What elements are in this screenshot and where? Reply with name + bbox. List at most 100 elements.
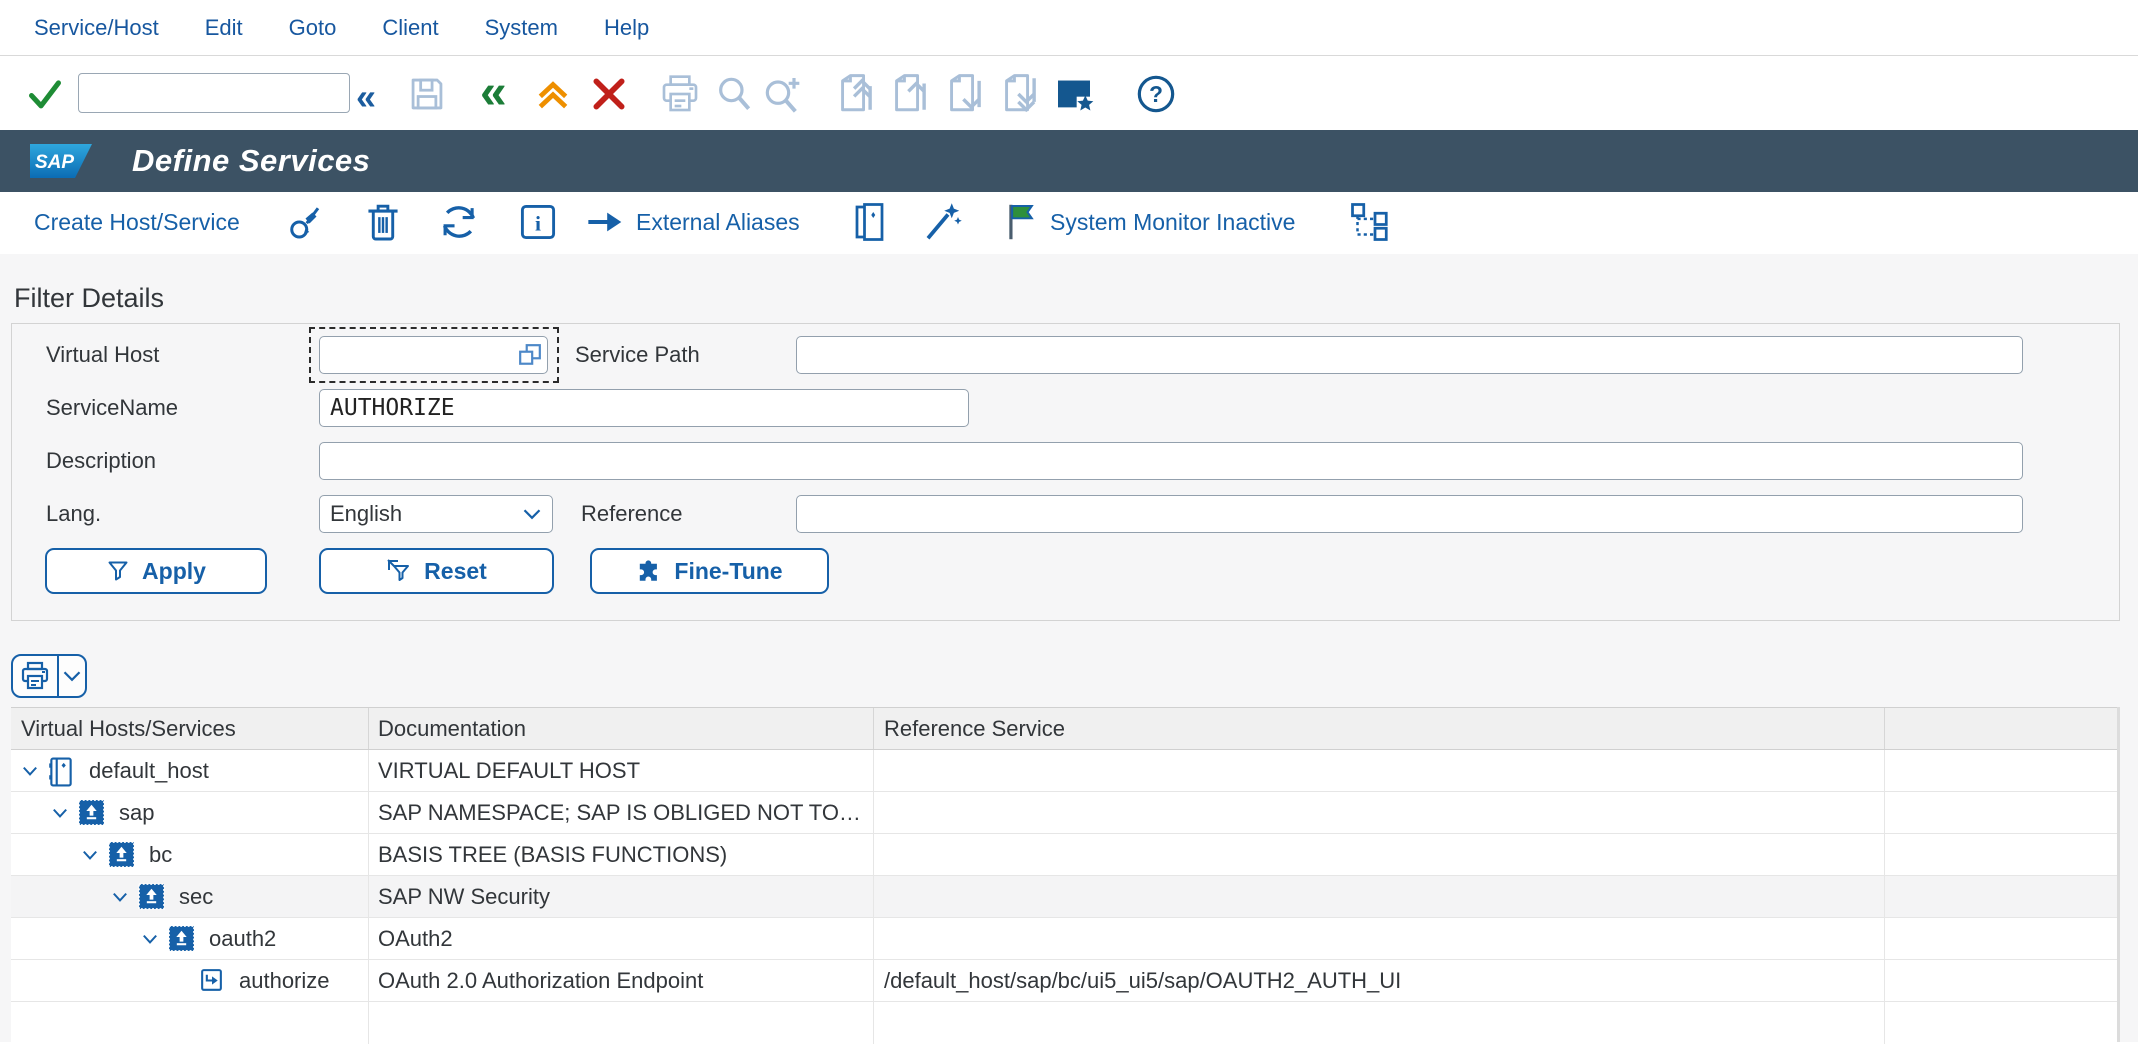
reference-service-cell — [873, 1002, 1884, 1044]
table-row-sec[interactable]: sec SAP NW Security — [11, 876, 2117, 918]
documentation-cell: SAP NAMESPACE; SAP IS OBLIGED NOT TO… — [368, 792, 873, 833]
chevron-down-icon — [522, 504, 542, 524]
table-row-oauth2[interactable]: oauth2OAuth2 — [11, 918, 2117, 960]
column-reference-service[interactable]: Reference Service — [873, 708, 1884, 749]
filter-icon — [106, 559, 130, 583]
system-toolbar: « « ? — [0, 57, 2138, 130]
package-icon — [168, 925, 195, 952]
print-split-button[interactable] — [11, 654, 87, 698]
next-page-icon[interactable] — [945, 73, 987, 115]
cancel-icon[interactable] — [590, 75, 628, 113]
tree-node-label[interactable]: sap — [119, 800, 154, 826]
collapse-icon[interactable]: « — [356, 79, 376, 115]
column-documentation[interactable]: Documentation — [368, 708, 873, 749]
service-name-input[interactable]: AUTHORIZE — [319, 389, 969, 427]
language-select[interactable]: English — [319, 495, 553, 533]
menu-system[interactable]: System — [485, 15, 558, 41]
services-table: Virtual Hosts/Services Documentation Ref… — [11, 707, 2120, 1042]
package-icon — [108, 841, 135, 868]
tree-expand-chevron-icon[interactable] — [51, 804, 69, 822]
reset-button[interactable]: Reset — [319, 548, 554, 594]
fine-tune-button[interactable]: Fine-Tune — [590, 548, 829, 594]
menu-service-host[interactable]: Service/Host — [34, 15, 159, 41]
table-row-sap[interactable]: sap SAP NAMESPACE; SAP IS OBLIGED NOT TO… — [11, 792, 2117, 834]
table-row-empty[interactable] — [11, 1002, 2117, 1044]
tree-expand-chevron-icon[interactable] — [111, 888, 129, 906]
tree-node-label[interactable]: sec — [179, 884, 213, 910]
puzzle-icon — [636, 558, 662, 584]
virtual-host-input[interactable] — [319, 336, 548, 374]
description-input[interactable] — [319, 442, 2023, 480]
find-next-icon[interactable] — [762, 74, 802, 114]
first-page-icon[interactable] — [836, 73, 878, 115]
column-virtual-hosts-services[interactable]: Virtual Hosts/Services — [11, 708, 368, 749]
print-icon[interactable] — [13, 656, 59, 696]
service-path-input[interactable] — [796, 336, 2023, 374]
tree-node-label[interactable]: bc — [149, 842, 172, 868]
application-toolbar: Create Host/Service i External Aliases S… — [0, 192, 2138, 255]
tree-expand-chevron-icon[interactable] — [21, 762, 39, 780]
previous-page-icon[interactable] — [890, 73, 932, 115]
service-path-label: Service Path — [575, 342, 700, 368]
tree-cell: oauth2 — [11, 918, 368, 959]
tree-expand-chevron-icon[interactable] — [81, 846, 99, 864]
print-options-dropdown[interactable] — [59, 656, 85, 696]
menu-help[interactable]: Help — [604, 15, 649, 41]
svg-text:SAP: SAP — [35, 152, 74, 173]
last-page-icon[interactable] — [1000, 73, 1042, 115]
hierarchy-icon[interactable] — [1350, 192, 1390, 252]
system-monitor-button[interactable]: System Monitor Inactive — [1006, 192, 1295, 252]
save-icon[interactable] — [408, 75, 446, 113]
help-icon[interactable]: ? — [1136, 74, 1176, 114]
back-icon[interactable]: « — [480, 69, 507, 117]
port-icon[interactable] — [854, 192, 890, 252]
tree-node-label[interactable]: oauth2 — [209, 926, 276, 952]
reset-filter-icon — [386, 558, 412, 584]
reference-label: Reference — [581, 501, 683, 527]
tree-cell: sec — [11, 876, 368, 917]
filter-details-heading: Filter Details — [14, 283, 164, 314]
tree-cell — [11, 1002, 368, 1044]
display-change-icon[interactable] — [288, 192, 328, 252]
exit-icon[interactable] — [534, 75, 572, 113]
tree-node-label[interactable]: default_host — [89, 758, 209, 784]
find-icon[interactable] — [714, 74, 754, 114]
tree-cell: sap — [11, 792, 368, 833]
sap-logo: SAP — [30, 144, 92, 178]
command-field[interactable] — [78, 73, 350, 113]
print-icon[interactable] — [660, 74, 700, 114]
menu-edit[interactable]: Edit — [205, 15, 243, 41]
wand-icon[interactable] — [924, 192, 962, 252]
documentation-cell: VIRTUAL DEFAULT HOST — [368, 750, 873, 791]
language-label: Lang. — [46, 501, 101, 527]
tree-cell: authorize — [11, 960, 368, 1001]
table-row-bc[interactable]: bcBASIS TREE (BASIS FUNCTIONS) — [11, 834, 2117, 876]
svg-text:i: i — [535, 211, 541, 235]
documentation-cell: OAuth 2.0 Authorization Endpoint — [368, 960, 873, 1001]
package-icon — [78, 799, 105, 826]
table-row-default_host[interactable]: default_host VIRTUAL DEFAULT HOST — [11, 750, 2117, 792]
menu-goto[interactable]: Goto — [289, 15, 337, 41]
table-row-authorize[interactable]: authorize OAuth 2.0 Authorization Endpoin… — [11, 960, 2117, 1002]
create-host-service-button[interactable]: Create Host/Service — [34, 192, 240, 252]
menu-bar: Service/Host Edit Goto Client System Hel… — [0, 0, 2138, 56]
tree-node-label[interactable]: authorize — [239, 968, 330, 994]
new-session-icon[interactable] — [1054, 74, 1094, 114]
reference-input[interactable] — [796, 495, 2023, 533]
svg-text:?: ? — [1149, 81, 1163, 107]
delete-icon[interactable] — [366, 192, 400, 252]
reference-service-cell: /default_host/sap/bc/ui5_ui5/sap/OAUTH2_… — [873, 960, 1884, 1001]
refresh-icon[interactable] — [438, 192, 480, 252]
info-icon[interactable]: i — [520, 192, 556, 252]
apply-button[interactable]: Apply — [45, 548, 267, 594]
page-title: Define Services — [132, 143, 370, 179]
enter-icon[interactable] — [26, 75, 64, 113]
package-icon — [138, 883, 165, 910]
external-aliases-button[interactable]: External Aliases — [586, 192, 800, 252]
value-help-icon[interactable] — [518, 343, 542, 367]
tree-expand-chevron-icon[interactable] — [141, 930, 159, 948]
documentation-cell: SAP NW Security — [368, 876, 873, 917]
host-icon — [48, 757, 74, 787]
menu-client[interactable]: Client — [382, 15, 438, 41]
documentation-cell — [368, 1002, 873, 1044]
